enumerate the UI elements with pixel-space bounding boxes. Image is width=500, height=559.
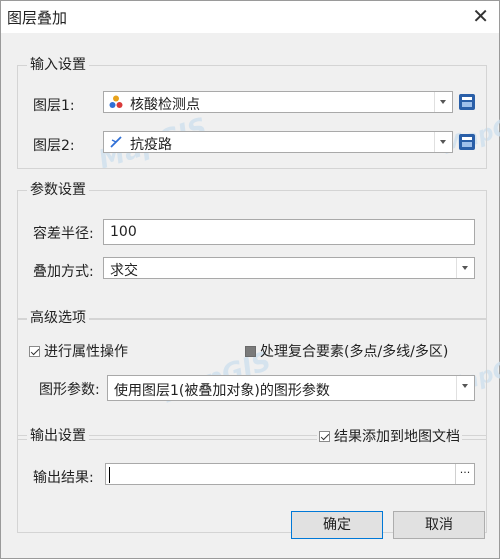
chevron-down-icon[interactable] [456, 258, 474, 278]
database-icon[interactable] [457, 132, 477, 152]
layer1-label: 图层1: [33, 98, 75, 114]
add-to-map-label: 结果添加到地图文档 [334, 429, 460, 445]
method-select[interactable]: 求交 [103, 257, 475, 279]
ok-button[interactable]: 确定 [291, 511, 383, 539]
output-legend: 输出设置 [27, 425, 89, 445]
checkbox-checked-icon[interactable] [29, 345, 40, 357]
method-label: 叠加方式: [33, 264, 94, 280]
output-result-input[interactable]: ··· [105, 463, 475, 485]
add-to-map-checkbox[interactable]: 结果添加到地图文档 [317, 426, 462, 446]
method-value: 求交 [110, 263, 138, 279]
input-settings-legend: 输入设置 [27, 54, 89, 74]
graphic-params-label: 图形参数: [39, 382, 100, 398]
layer2-select[interactable]: 抗疫路 [103, 131, 453, 153]
dialog-body: MapGIS MapGIS MapGIS MapGIS 输入设置 图层1: 核酸… [1, 33, 500, 558]
advanced-legend: 高级选项 [27, 307, 89, 327]
param-settings-group [17, 190, 487, 320]
layer2-value: 抗疫路 [130, 137, 172, 153]
close-icon[interactable]: ✕ [472, 5, 489, 27]
cancel-button[interactable]: 取消 [393, 511, 485, 539]
title-bar: 图层叠加 ✕ [1, 1, 499, 33]
tolerance-value: 100 [110, 224, 137, 240]
tolerance-input[interactable]: 100 [103, 219, 475, 245]
layer1-select[interactable]: 核酸检测点 [103, 91, 453, 113]
graphic-params-select[interactable]: 使用图层1(被叠加对象)的图形参数 [107, 375, 475, 401]
layer1-value: 核酸检测点 [130, 97, 200, 113]
complex-features-checkbox[interactable]: 处理复合要素(多点/多线/多区) [245, 341, 448, 361]
line-layer-icon [110, 136, 122, 148]
dialog-title: 图层叠加 [7, 9, 68, 27]
browse-button[interactable]: ··· [455, 464, 474, 484]
chevron-down-icon[interactable] [434, 132, 452, 152]
database-icon[interactable] [457, 92, 477, 112]
checkbox-checked-icon[interactable] [319, 430, 330, 442]
param-settings-legend: 参数设置 [27, 179, 89, 199]
complex-features-label: 处理复合要素(多点/多线/多区) [260, 344, 449, 360]
text-cursor [109, 467, 110, 483]
graphic-params-value: 使用图层1(被叠加对象)的图形参数 [114, 383, 330, 399]
input-settings-group [17, 65, 487, 169]
checkbox-indeterminate-icon[interactable] [245, 345, 256, 357]
chevron-down-icon[interactable] [456, 376, 474, 400]
overlay-dialog: 图层叠加 ✕ MapGIS MapGIS MapGIS MapGIS 输入设置 … [0, 0, 500, 559]
chevron-down-icon[interactable] [434, 92, 452, 112]
point-layer-icon [109, 95, 123, 108]
attribute-operation-label: 进行属性操作 [44, 344, 128, 360]
attribute-operation-checkbox[interactable]: 进行属性操作 [29, 341, 128, 361]
layer2-label: 图层2: [33, 138, 75, 154]
tolerance-label: 容差半径: [33, 226, 94, 242]
output-result-label: 输出结果: [33, 470, 94, 486]
